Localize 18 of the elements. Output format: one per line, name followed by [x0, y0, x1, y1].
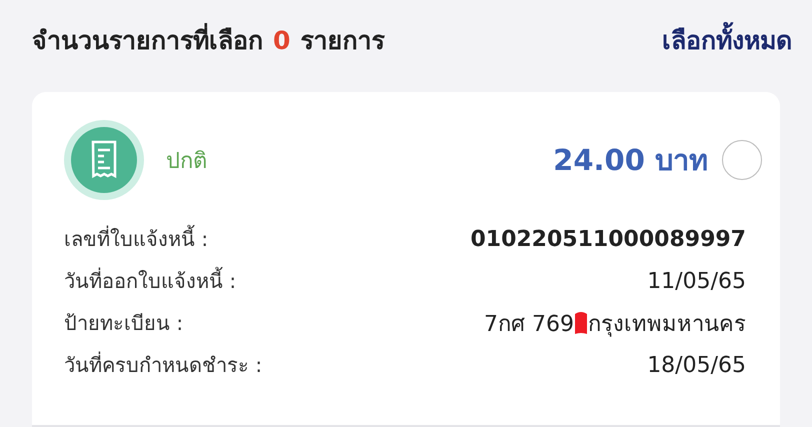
receipt-icon — [64, 120, 144, 200]
field-label: เลขที่ใบแจ้งหนี้ : — [64, 223, 208, 255]
select-radio[interactable] — [722, 140, 762, 180]
field-label: วันที่ออกใบแจ้งหนี้ : — [64, 265, 236, 297]
select-all-link[interactable]: เลือกทั้งหมด — [662, 20, 792, 60]
field-value: กรุงเทพมหานคร — [588, 310, 746, 339]
status-label: ปกติ — [166, 148, 207, 176]
field-value: 18/05/65 — [647, 352, 746, 378]
field-label: ป้ายทะเบียน : — [64, 310, 184, 337]
amount: 24.00 บาท — [553, 142, 708, 179]
field-value: 11/05/65 — [647, 268, 746, 294]
selected-count: 0 — [273, 26, 290, 54]
field-value: 7กศ 769 — [484, 310, 574, 338]
redaction-mark — [574, 311, 588, 335]
field-label: วันที่ครบกำหนดชำระ : — [64, 350, 262, 379]
selected-count-label: จำนวนรายการที่เลือก — [32, 20, 263, 60]
count-unit: รายการ — [300, 25, 384, 57]
field-value: 010220511000089997 — [470, 226, 746, 252]
